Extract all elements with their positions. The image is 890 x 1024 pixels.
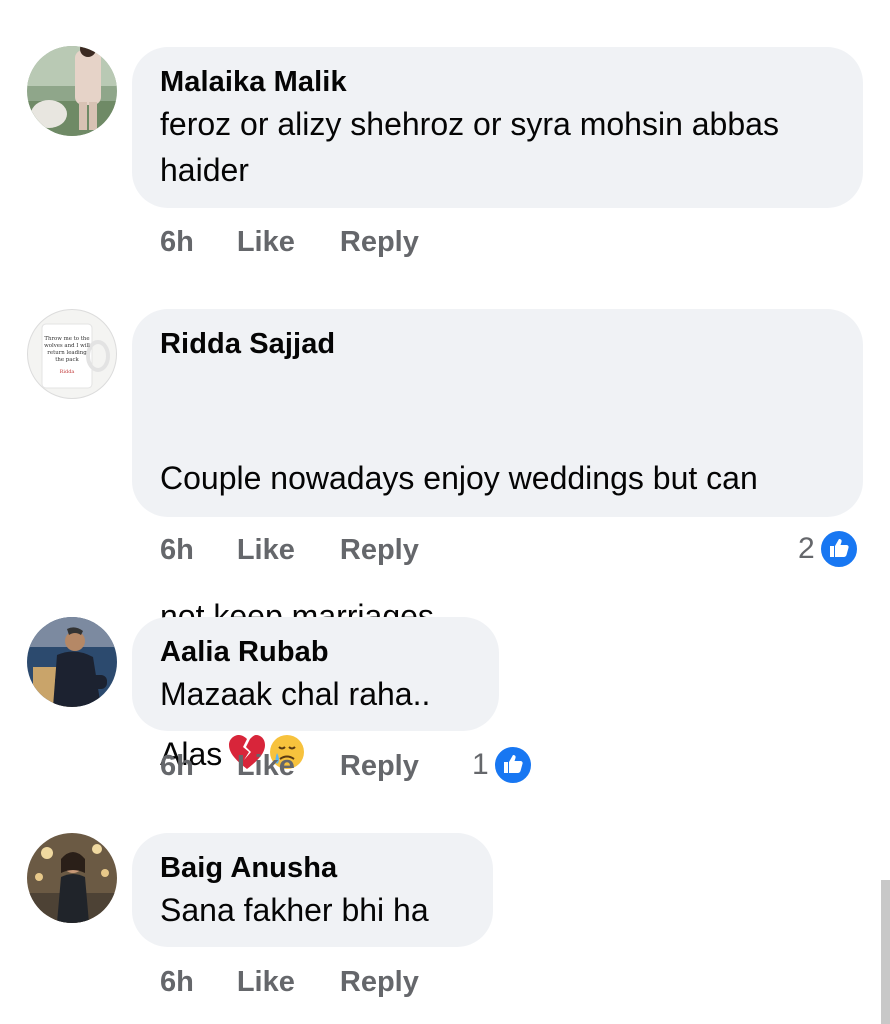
comment-text-line: Couple nowadays enjoy weddings but can bbox=[160, 460, 758, 496]
avatar[interactable] bbox=[27, 617, 117, 707]
reply-button[interactable]: Reply bbox=[340, 226, 419, 259]
like-reaction-icon bbox=[492, 745, 533, 785]
like-button[interactable]: Like bbox=[237, 966, 295, 999]
avatar-text: the pack bbox=[55, 357, 79, 363]
avatar[interactable] bbox=[27, 46, 117, 136]
comment-actions: 6h Like Reply bbox=[160, 226, 419, 259]
comment-text: feroz or alizy shehroz or syra mohsin ab… bbox=[160, 106, 788, 188]
comment-timestamp[interactable]: 6h bbox=[160, 226, 194, 259]
like-button[interactable]: Like bbox=[237, 750, 295, 783]
like-button[interactable]: Like bbox=[237, 226, 295, 259]
comment-bubble: Ridda Sajjad Couple nowadays enjoy weddi… bbox=[132, 309, 863, 772]
reaction-summary[interactable]: 1 bbox=[472, 745, 533, 785]
comment-timestamp[interactable]: 6h bbox=[160, 534, 194, 567]
like-reaction-icon bbox=[818, 529, 859, 569]
avatar[interactable]: Throw me to the wolves and I will return… bbox=[27, 309, 117, 399]
comment-text: Mazaak chal raha.. bbox=[160, 676, 431, 712]
comment-actions: 6h Like Reply bbox=[160, 966, 419, 999]
avatar-text: Throw me to the bbox=[44, 336, 89, 342]
reply-button[interactable]: Reply bbox=[340, 966, 419, 999]
reply-button[interactable]: Reply bbox=[340, 534, 419, 567]
comment-author[interactable]: Malaika Malik bbox=[160, 65, 835, 99]
reaction-summary[interactable]: 2 bbox=[798, 529, 859, 569]
comment-timestamp[interactable]: 6h bbox=[160, 750, 194, 783]
comment-text: Sana fakher bhi ha bbox=[160, 892, 429, 928]
reaction-count: 1 bbox=[472, 748, 489, 781]
comment-author[interactable]: Baig Anusha bbox=[160, 851, 465, 885]
avatar-text: wolves and I will bbox=[44, 343, 90, 349]
reply-button[interactable]: Reply bbox=[340, 750, 419, 783]
comment-actions: 6h Like Reply bbox=[160, 534, 419, 567]
avatar[interactable] bbox=[27, 833, 117, 923]
avatar-text: return leading bbox=[47, 350, 87, 356]
like-button[interactable]: Like bbox=[237, 534, 295, 567]
comment-timestamp[interactable]: 6h bbox=[160, 966, 194, 999]
comment-bubble: Aalia Rubab Mazaak chal raha.. bbox=[132, 617, 499, 731]
comment-bubble: Malaika Malik feroz or alizy shehroz or … bbox=[132, 47, 863, 208]
comment-bubble: Baig Anusha Sana fakher bhi ha bbox=[132, 833, 493, 947]
comment-actions: 6h Like Reply bbox=[160, 750, 419, 783]
avatar-text: Ridda bbox=[60, 369, 75, 375]
comment-author[interactable]: Aalia Rubab bbox=[160, 635, 471, 669]
comment-author[interactable]: Ridda Sajjad bbox=[160, 327, 835, 361]
reaction-count: 2 bbox=[798, 532, 815, 565]
scrollbar[interactable] bbox=[881, 880, 890, 1024]
